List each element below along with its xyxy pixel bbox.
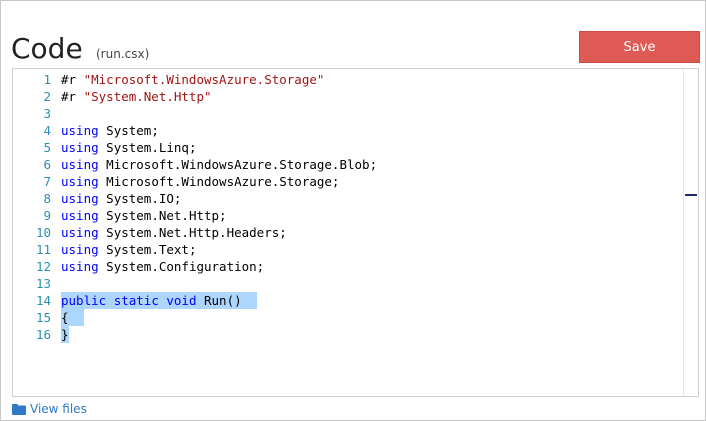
line-number: 9 — [43, 208, 51, 223]
keyword-token: using — [61, 259, 99, 274]
line-number: 13 — [35, 276, 51, 291]
code-panel: Code (run.csx) Save 1 #r "Microsoft.Windo… — [0, 0, 706, 421]
line-number: 12 — [35, 259, 51, 274]
keyword-token: using — [61, 157, 99, 172]
scroll-position-marker — [685, 194, 697, 196]
line-number: 7 — [43, 174, 51, 189]
code-token: System.Configuration; — [98, 259, 265, 274]
code-token: Microsoft.WindowsAzure.Storage.Blob; — [98, 157, 378, 172]
code-token: Microsoft.WindowsAzure.Storage; — [98, 174, 340, 189]
code-token: #r — [61, 89, 84, 104]
keyword-token: void — [166, 293, 197, 308]
code-lines[interactable]: 1 #r "Microsoft.WindowsAzure.Storage" 2 #r … — [13, 71, 682, 396]
code-line[interactable]: 8 using System.IO; — [13, 190, 682, 207]
code-text: public static void Run() — [61, 292, 257, 309]
folder-icon — [12, 403, 26, 415]
code-editor[interactable]: 1 #r "Microsoft.WindowsAzure.Storage" 2 #r … — [12, 68, 699, 397]
code-text: using System.IO; — [61, 190, 181, 207]
line-number: 10 — [35, 225, 51, 240]
code-line[interactable]: 2 #r "System.Net.Http" — [13, 88, 682, 105]
view-files-link[interactable]: View files — [12, 402, 87, 416]
code-text: using System.Configuration; — [61, 258, 264, 275]
code-text: using System.Text; — [61, 241, 196, 258]
code-token: System.Net.Http.Headers; — [98, 225, 287, 240]
line-number: 15 — [35, 310, 51, 325]
line-number: 2 — [43, 89, 51, 104]
keyword-token: public — [61, 293, 107, 308]
code-token: System.IO; — [98, 191, 182, 206]
code-line[interactable]: 9 using System.Net.Http; — [13, 207, 682, 224]
string-token: "Microsoft.WindowsAzure.Storage" — [83, 72, 325, 87]
code-line[interactable]: 4 using System; — [13, 122, 682, 139]
code-text: using System.Linq; — [61, 139, 196, 156]
keyword-token: using — [61, 208, 99, 223]
keyword-token: using — [61, 242, 99, 257]
code-text: { — [61, 309, 84, 326]
save-button[interactable]: Save — [579, 31, 700, 63]
line-number: 11 — [35, 242, 51, 257]
editor-scrollbar[interactable] — [683, 69, 698, 396]
code-line[interactable]: 11 using System.Text; — [13, 241, 682, 258]
line-number: 4 — [43, 123, 51, 138]
code-line[interactable]: 6 using Microsoft.WindowsAzure.Storage.Bl… — [13, 156, 682, 173]
page-title: Code — [11, 32, 83, 65]
line-number: 5 — [43, 140, 51, 155]
code-text: #r "Microsoft.WindowsAzure.Storage" — [61, 71, 324, 88]
code-text: using Microsoft.WindowsAzure.Storage.Blo… — [61, 156, 377, 173]
code-line[interactable]: 10 using System.Net.Http.Headers; — [13, 224, 682, 241]
code-line[interactable]: 7 using Microsoft.WindowsAzure.Storage; — [13, 173, 682, 190]
code-token: #r — [61, 72, 84, 87]
code-line[interactable]: 13 — [13, 275, 682, 292]
keyword-token: static — [113, 293, 159, 308]
keyword-token: using — [61, 191, 99, 206]
string-token: "System.Net.Http" — [83, 89, 212, 104]
code-line[interactable]: 16} — [13, 326, 682, 343]
code-line[interactable]: 14 public static void Run() — [13, 292, 682, 309]
view-files-label: View files — [30, 402, 87, 416]
code-token: System.Net.Http; — [98, 208, 227, 223]
code-line[interactable]: 1 #r "Microsoft.WindowsAzure.Storage" — [13, 71, 682, 88]
code-token: System.Text; — [98, 242, 197, 257]
code-line[interactable]: 15 { — [13, 309, 682, 326]
code-token: System; — [98, 123, 159, 138]
code-token: System.Linq; — [98, 140, 197, 155]
code-token: Run() — [196, 293, 257, 308]
code-text: } — [61, 326, 69, 343]
code-text: using System.Net.Http.Headers; — [61, 224, 287, 241]
keyword-token: using — [61, 123, 99, 138]
code-token: { — [61, 310, 84, 325]
code-text: using Microsoft.WindowsAzure.Storage; — [61, 173, 339, 190]
line-number: 3 — [43, 106, 51, 121]
keyword-token: using — [61, 174, 99, 189]
code-line[interactable]: 12 using System.Configuration; — [13, 258, 682, 275]
line-number: 1 — [43, 72, 51, 87]
line-number: 14 — [35, 293, 51, 308]
keyword-token: using — [61, 140, 99, 155]
code-line[interactable]: 5 using System.Linq; — [13, 139, 682, 156]
file-name: (run.csx) — [96, 47, 150, 61]
code-text: using System; — [61, 122, 159, 139]
line-number: 8 — [43, 191, 51, 206]
line-number: 16 — [35, 327, 51, 342]
code-text: using System.Net.Http; — [61, 207, 227, 224]
code-line[interactable]: 3 — [13, 105, 682, 122]
code-text: #r "System.Net.Http" — [61, 88, 212, 105]
line-number: 6 — [43, 157, 51, 172]
code-token: } — [61, 327, 69, 342]
keyword-token: using — [61, 225, 99, 240]
